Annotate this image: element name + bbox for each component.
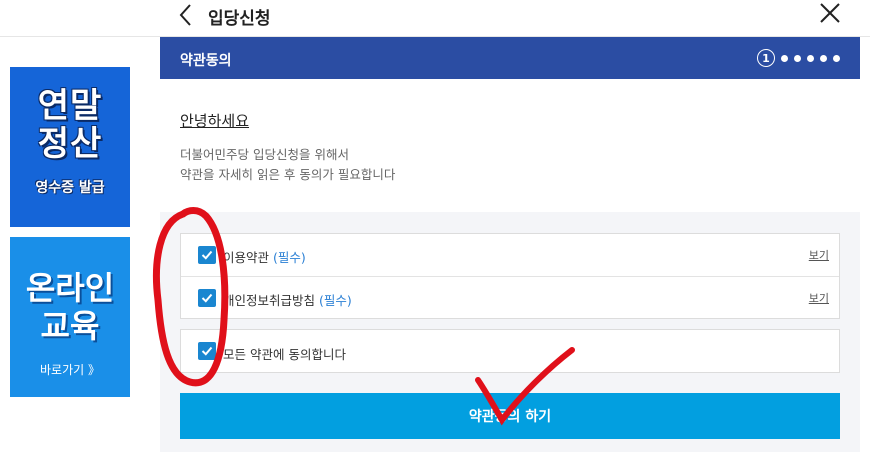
greeting: 안녕하세요: [180, 112, 250, 130]
banner-subtitle: 영수증 발급: [35, 180, 105, 196]
agree-all-row: 모든 약관에 동의합니다: [180, 329, 840, 373]
description: 더불어민주당 입당신청을 위해서 약관을 자세히 읽은 후 동의가 필요합니다: [180, 147, 396, 182]
intro-section: 안녕하세요 더불어민주당 입당신청을 위해서 약관을 자세히 읽은 후 동의가 …: [160, 79, 860, 212]
panel-header: 약관동의 1: [160, 37, 860, 79]
view-privacy-policy-link[interactable]: 보기: [809, 290, 829, 306]
current-step: 1: [757, 49, 775, 67]
agree-all-checkbox[interactable]: [198, 342, 216, 360]
step-dot: [781, 54, 788, 62]
term-row-privacy: 개인정보취급방침 (필수) 보기: [181, 276, 839, 318]
year-end-settlement-banner[interactable]: 연말 정산 영수증 발급: [10, 67, 130, 227]
back-arrow-icon[interactable]: [176, 2, 198, 28]
step-indicator: 1: [757, 49, 840, 67]
agree-submit-button[interactable]: 약관동의 하기: [180, 393, 840, 439]
term-label: 이용약관 (필수): [223, 250, 306, 265]
view-usage-terms-link[interactable]: 보기: [809, 247, 829, 263]
step-dot: [794, 54, 801, 62]
step-dot: [820, 54, 827, 62]
panel-title: 약관동의: [180, 53, 232, 69]
close-icon[interactable]: [818, 1, 842, 25]
term-row-usage: 이용약관 (필수) 보기: [181, 234, 839, 276]
banner-title: 연말 정산: [37, 86, 103, 164]
terms-panel: 약관동의 1 안녕하세요 더불어민주당 입당신청을 위해서 약관을 자세히 읽은…: [160, 37, 860, 452]
page-title: 입당신청: [208, 9, 271, 29]
top-bar: 입당신청: [0, 0, 870, 37]
agree-all-label: 모든 약관에 동의합니다: [223, 347, 346, 362]
banner-link-text: 바로가기 》: [40, 363, 100, 377]
privacy-policy-checkbox[interactable]: [198, 289, 216, 307]
terms-list: 이용약관 (필수) 보기 개인정보취급방침 (필수) 보기: [180, 233, 840, 319]
step-dot: [833, 54, 840, 62]
term-label: 개인정보취급방침 (필수): [223, 293, 352, 308]
step-dot: [807, 54, 814, 62]
online-education-banner[interactable]: 온라인 교육 바로가기 》: [10, 237, 130, 397]
usage-terms-checkbox[interactable]: [198, 246, 216, 264]
banner-title: 온라인 교육: [25, 269, 115, 345]
